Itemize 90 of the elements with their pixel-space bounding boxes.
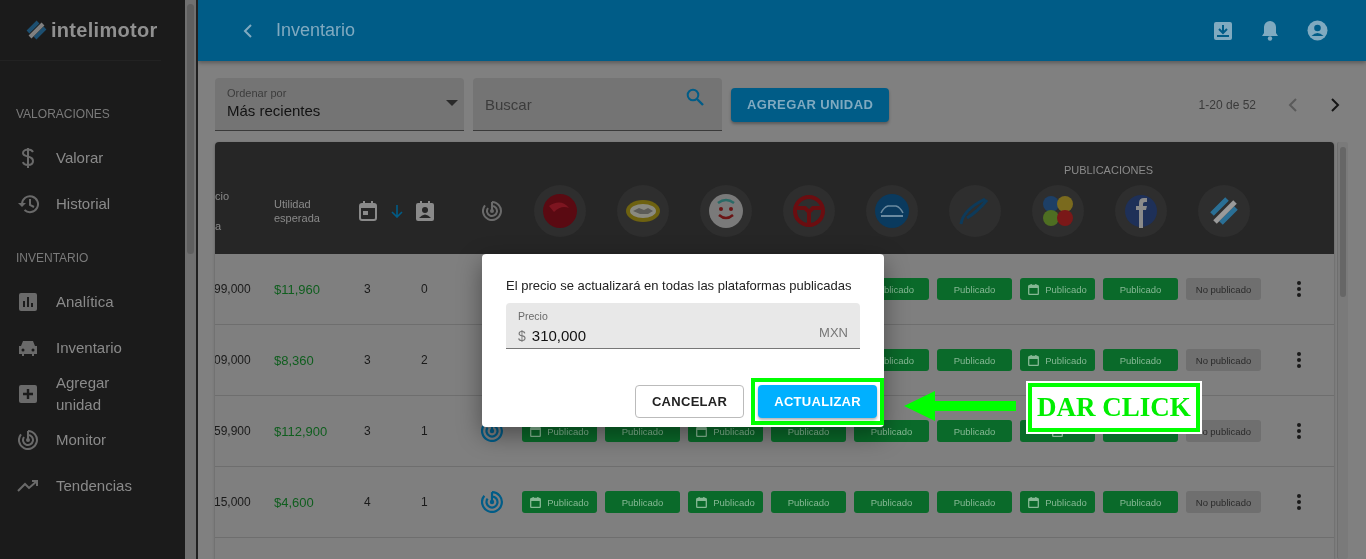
page-title: Inventario <box>276 20 357 41</box>
price-field[interactable]: Precio $ 310,000 MXN <box>506 303 860 349</box>
nav-item[interactable]: Tendencias <box>56 475 132 497</box>
steering-wheel-icon <box>791 194 826 228</box>
status-chip[interactable]: Publicado <box>688 491 763 513</box>
status-chip[interactable]: Publicado <box>522 491 597 513</box>
table-cell-text: 09,000 <box>215 353 252 367</box>
status-chip[interactable]: Publicado <box>1020 349 1095 371</box>
status-chip[interactable]: Publicado <box>937 420 1012 442</box>
nav-item[interactable]: Agregar unidad <box>56 372 146 416</box>
sphere-icon <box>540 192 579 230</box>
history-icon <box>17 194 39 214</box>
status-chip[interactable]: Publicado <box>771 491 846 513</box>
more-icon[interactable] <box>1297 352 1301 368</box>
status-chip[interactable]: Publicado <box>605 491 680 513</box>
status-chip[interactable]: No publicado <box>1186 491 1261 513</box>
add-unit-button[interactable]: AGREGAR UNIDAD <box>731 87 890 122</box>
contact-card-icon[interactable] <box>416 201 434 221</box>
calendar-icon <box>696 496 708 508</box>
click-hint-tooltip: DAR CLICK <box>1028 383 1200 432</box>
column-header[interactable]: Utilidad esperada <box>274 197 334 225</box>
f-logo-icon <box>1123 194 1158 228</box>
stripes-logo-icon <box>1208 196 1239 226</box>
status-chip[interactable]: No publicado <box>1186 278 1261 300</box>
arrow-icon <box>904 390 1016 422</box>
status-chip[interactable]: Publicado <box>1103 278 1178 300</box>
sort-down-icon[interactable] <box>391 204 403 218</box>
logo-icon <box>26 20 48 40</box>
nav-item[interactable]: Valorar <box>56 147 104 169</box>
bell-icon[interactable] <box>1261 20 1279 41</box>
table-cell-text: 15,000 <box>215 495 252 509</box>
status-chip[interactable]: No publicado <box>1186 349 1261 371</box>
calendar-icon <box>1028 496 1040 508</box>
cancel-button[interactable]: CANCELAR <box>634 385 745 418</box>
table-cell-text: 99,000 <box>215 282 252 296</box>
radar-icon <box>482 201 502 221</box>
more-icon[interactable] <box>1297 494 1301 510</box>
status-chip[interactable]: Publicado <box>937 278 1012 300</box>
status-chip[interactable]: Publicado <box>1020 491 1095 513</box>
table-cell-text: 3 <box>363 282 372 296</box>
caret-icon <box>446 100 458 106</box>
column-group-header: PUBLICACIONES <box>1062 164 1155 176</box>
status-chip[interactable]: Publicado <box>1020 278 1095 300</box>
nav-item[interactable]: Inventario <box>56 337 122 359</box>
logo-text: intelimotor <box>51 18 158 42</box>
table-cell-text: 2 <box>420 353 429 367</box>
car-icon <box>18 340 38 356</box>
profit-cell-text: $4,600 <box>274 494 315 510</box>
table-cell-text: 3 <box>363 353 372 367</box>
column-header: cio <box>215 190 230 202</box>
status-chip[interactable]: Publicado <box>1103 491 1178 513</box>
profit-cell-text: $11,960 <box>274 281 322 297</box>
status-chip[interactable]: Publicado <box>854 491 929 513</box>
status-chip[interactable]: Publicado <box>937 491 1012 513</box>
more-icon[interactable] <box>1297 281 1301 297</box>
trending-up-icon <box>17 480 39 492</box>
table-cell-text: 4 <box>363 495 372 509</box>
status-chip[interactable]: Publicado <box>937 349 1012 371</box>
calendar-icon <box>1028 354 1040 366</box>
bar-chart-icon <box>19 293 37 311</box>
radar-icon <box>18 430 38 450</box>
profit-cell-text: $112,900 <box>274 423 329 439</box>
dialog-message: El precio se actualizará en todas las plataformas publicadas <box>506 278 853 293</box>
column-header: a <box>215 220 222 232</box>
download-icon[interactable] <box>1213 20 1233 41</box>
update-button[interactable]: ACTUALIZAR <box>758 385 877 418</box>
search-icon <box>686 88 704 106</box>
car-badge-icon <box>873 193 910 229</box>
pagination-text: 1-20 de 52 <box>1198 97 1256 112</box>
table-cell-text: 1 <box>420 424 429 438</box>
section-heading: VALORACIONES <box>15 106 111 123</box>
smiley-icon <box>707 193 744 229</box>
section-heading: INVENTARIO <box>15 250 90 267</box>
search-field[interactable]: Buscar <box>473 78 722 131</box>
table-cell-text: 59,900 <box>215 424 252 438</box>
profit-cell-text: $8,360 <box>274 352 315 368</box>
more-icon[interactable] <box>1297 423 1301 439</box>
account-icon[interactable] <box>1307 20 1328 41</box>
table-cell-text: 1 <box>420 495 429 509</box>
nav-item[interactable]: Historial <box>56 193 111 215</box>
table-cell-text: 3 <box>363 424 372 438</box>
nav-item[interactable]: Monitor <box>56 429 107 451</box>
status-chip[interactable]: Publicado <box>1103 349 1178 371</box>
dollar-icon <box>21 147 35 169</box>
add-box-icon <box>19 385 37 403</box>
table-cell-text: 0 <box>420 282 429 296</box>
calendar-icon <box>1028 283 1040 295</box>
calendar-icon[interactable] <box>359 201 377 221</box>
nav-item[interactable]: Analítica <box>56 291 114 313</box>
calendar-icon <box>530 496 542 508</box>
